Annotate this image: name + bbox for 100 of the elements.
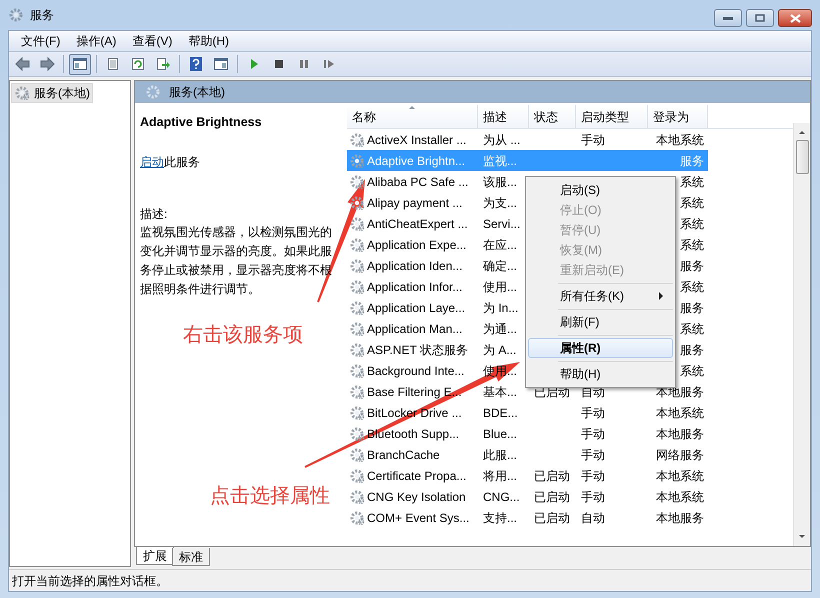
table-cell-text: 为支...	[483, 194, 518, 212]
table-cell-text: 系统	[680, 320, 704, 338]
column-header[interactable]: 描述	[478, 105, 529, 129]
table-cell-text: 系统	[680, 278, 704, 296]
table-cell-text: 将用...	[483, 468, 518, 484]
gear-icon	[349, 320, 365, 336]
menu-item[interactable]: 文件(F)	[13, 30, 68, 52]
gear-icon	[349, 446, 365, 462]
annotation-text: 点击选择属性	[210, 484, 330, 509]
table-cell-text: 系统	[680, 174, 704, 190]
table-cell-text: 本地系统	[656, 488, 704, 506]
table-cell-text: 手动	[581, 468, 605, 484]
export-icon	[155, 56, 171, 72]
table-cell-text: AntiCheatExpert ...	[367, 216, 468, 232]
table-cell-text: 为 In...	[483, 300, 518, 316]
console-tree-button[interactable]	[69, 54, 91, 74]
table-cell-text: 手动	[581, 132, 605, 148]
menu-item[interactable]: 所有任务(K)	[528, 286, 673, 306]
annotation-text: 右击该服务项	[183, 323, 303, 348]
gear-icon	[349, 300, 365, 316]
table-cell-text: Application Infor...	[367, 278, 462, 296]
table-cell-text: Alibaba PC Safe ...	[367, 174, 468, 190]
table-cell-text: Adaptive Brightn...	[367, 152, 466, 170]
start-link[interactable]: 启动	[140, 154, 164, 169]
table-cell-text: 已启动	[534, 468, 570, 484]
maximize-button[interactable]	[746, 9, 774, 27]
console-tree-icon	[72, 56, 88, 72]
start-service-text: 启动此服务	[140, 154, 201, 171]
service-name: Adaptive Brightness	[140, 114, 263, 131]
gear-icon	[349, 342, 365, 358]
menu-item[interactable]: 帮助(H)	[180, 30, 237, 52]
view-tab[interactable]: 扩展	[136, 547, 174, 565]
table-cell-text: ActiveX Installer ...	[367, 132, 466, 148]
gear-icon	[349, 468, 365, 484]
gear-icon	[8, 7, 24, 23]
help-icon	[188, 56, 204, 72]
table-cell-text: 确定...	[483, 258, 518, 274]
close-icon	[790, 14, 800, 22]
column-header[interactable]: 启动类型	[576, 105, 648, 129]
minimize-button[interactable]	[714, 9, 742, 27]
gear-icon	[349, 384, 365, 400]
table-cell-text: CNG...	[483, 488, 520, 506]
menu-item[interactable]: 启动(S)	[528, 180, 673, 200]
table-cell-text: 服务	[680, 342, 704, 358]
table-cell-text: 自动	[581, 510, 605, 526]
pane-icon	[213, 56, 229, 72]
table-cell-text: 系统	[680, 236, 704, 254]
tree-item[interactable]: 服务(本地)	[11, 83, 93, 103]
panel-title: 服务(本地)	[169, 84, 225, 101]
gear-icon	[349, 152, 365, 168]
scrollbar[interactable]	[793, 123, 810, 546]
gear-icon	[349, 426, 365, 442]
sort-icon	[408, 105, 416, 110]
menu-item[interactable]: 查看(V)	[124, 30, 180, 52]
gear-icon	[14, 85, 30, 101]
menu-item[interactable]: 刷新(F)	[528, 312, 673, 332]
scroll-thumb[interactable]	[796, 140, 808, 174]
list-icon	[105, 56, 121, 72]
table-cell-text: Blue...	[483, 426, 518, 442]
close-button[interactable]	[778, 9, 812, 27]
column-header[interactable]: 名称	[347, 105, 478, 129]
gear-icon	[349, 404, 365, 420]
forward-icon	[39, 56, 55, 72]
gear-icon	[349, 362, 365, 378]
gear-icon	[349, 194, 365, 210]
gear-icon	[349, 132, 365, 148]
table-cell-text: 手动	[581, 404, 605, 422]
table-cell-text: 手动	[581, 488, 605, 506]
gear-icon	[349, 510, 365, 526]
table-cell-text: BranchCache	[367, 446, 440, 464]
column-header[interactable]: 状态	[529, 105, 576, 129]
table-cell-text: 系统	[680, 362, 704, 380]
table-cell-text: Application Laye...	[367, 300, 466, 316]
minimize-icon	[723, 16, 733, 20]
table-cell-text: COM+ Event Sys...	[367, 510, 470, 526]
table-cell-text: 在应...	[483, 236, 518, 254]
menu-item[interactable]: 属性(R)	[528, 338, 673, 358]
table-cell-text: Base Filtering E...	[367, 384, 462, 400]
table-cell-text: CNG Key Isolation	[367, 488, 466, 506]
table-cell-text: Alipay payment ...	[367, 194, 462, 212]
table-cell-text: 本地系统	[656, 132, 704, 148]
refresh-icon	[130, 56, 146, 72]
menu-item[interactable]: 帮助(H)	[528, 364, 673, 384]
table-cell-text: 手动	[581, 446, 605, 464]
table-cell-text: 系统	[680, 194, 704, 212]
table-cell-text: 为通...	[483, 320, 518, 338]
window-title: 服务	[30, 7, 54, 24]
table-cell-text: ASP.NET 状态服务	[367, 342, 468, 358]
menu-item[interactable]: 操作(A)	[68, 30, 124, 52]
table-cell-text: 基本...	[483, 384, 518, 400]
gear-icon	[349, 236, 365, 252]
table-cell-text: Servi...	[483, 216, 520, 232]
column-header[interactable]: 登录为	[648, 105, 708, 129]
table-cell-text: 支持...	[483, 510, 518, 526]
table-cell-text: 服务	[680, 300, 704, 316]
gear-icon	[349, 278, 365, 294]
table-cell-text: 服务	[680, 152, 704, 170]
view-tab[interactable]: 标准	[172, 548, 210, 566]
table-cell-text: 已启动	[534, 510, 570, 526]
gear-icon	[349, 258, 365, 274]
